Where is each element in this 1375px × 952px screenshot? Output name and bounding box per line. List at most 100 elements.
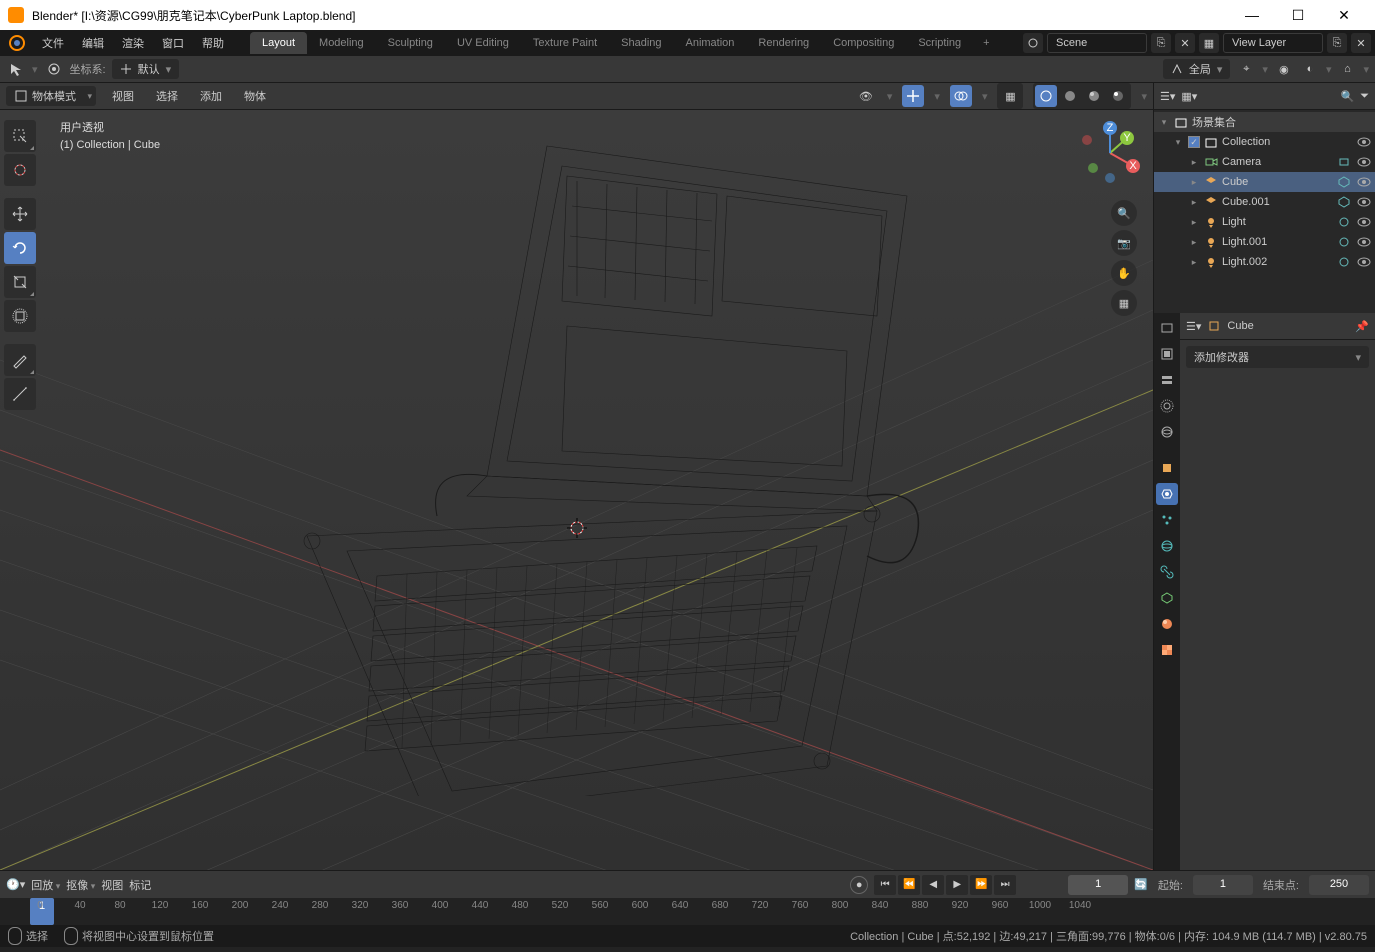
menu-select[interactable]: 选择 [150, 85, 184, 107]
gizmo-toggle-icon[interactable] [902, 85, 924, 107]
pan-icon[interactable]: ✋ [1111, 260, 1137, 286]
scene-collection-row[interactable]: ▾ 场景集合 [1154, 112, 1375, 132]
tab-scripting[interactable]: Scripting [906, 32, 973, 54]
outliner-type-icon[interactable]: ☰▾ [1160, 90, 1175, 103]
tool-cursor[interactable] [4, 154, 36, 186]
tool-scale[interactable] [4, 266, 36, 298]
scene-name-field[interactable]: Scene [1047, 33, 1147, 53]
options-icon[interactable]: ⌂ [1337, 59, 1357, 79]
tab-texture-paint[interactable]: Texture Paint [521, 32, 609, 54]
outliner-row-collection[interactable]: ▾✓Collection [1154, 132, 1375, 152]
scene-browse-icon[interactable] [1023, 33, 1043, 53]
autokey-icon[interactable]: ● [850, 876, 868, 894]
proportional-type-icon[interactable]: ◐ [1300, 59, 1320, 79]
timeline-type-icon[interactable]: 🕐▾ [6, 878, 25, 891]
mode-dropdown[interactable]: 物体模式 [6, 86, 96, 106]
keyframe-next-icon[interactable]: ⏩ [970, 875, 992, 895]
prop-tab-render[interactable] [1156, 317, 1178, 339]
snap-icon[interactable] [44, 59, 64, 79]
menu-add[interactable]: 添加 [194, 85, 228, 107]
sync-icon[interactable]: 🔄 [1134, 878, 1148, 891]
prop-pin-icon[interactable]: ☰▾ [1186, 320, 1201, 333]
tab-modeling[interactable]: Modeling [307, 32, 376, 54]
viewlayer-delete-icon[interactable]: ✕ [1351, 33, 1371, 53]
prop-tab-material[interactable] [1156, 613, 1178, 635]
expand-icon[interactable]: ▾ [1172, 137, 1184, 148]
filter-icon[interactable]: ⏷ [1360, 90, 1369, 103]
prop-tab-viewlayer[interactable] [1156, 369, 1178, 391]
tool-move[interactable] [4, 198, 36, 230]
visibility-icon[interactable] [1357, 195, 1371, 209]
tool-measure[interactable] [4, 378, 36, 410]
menu-window[interactable]: 窗口 [154, 31, 192, 55]
tab-rendering[interactable]: Rendering [746, 32, 821, 54]
outliner-row-cube[interactable]: ▸Cube [1154, 172, 1375, 192]
visibility-icon[interactable] [1357, 235, 1371, 249]
current-frame-field[interactable]: 1 [1068, 875, 1128, 895]
jump-start-icon[interactable]: ⏮ [874, 875, 896, 895]
timeline-playback[interactable]: 回放 [31, 877, 60, 893]
overlay-toggle-icon[interactable] [950, 85, 972, 107]
tab-add-button[interactable]: + [973, 32, 999, 54]
pin-icon[interactable]: 📌 [1355, 320, 1369, 333]
prop-tab-particles[interactable] [1156, 509, 1178, 531]
tab-animation[interactable]: Animation [674, 32, 747, 54]
snap-toggle-icon[interactable]: ⌖ [1236, 59, 1256, 79]
viewlayer-new-icon[interactable]: ⎘ [1327, 33, 1347, 53]
menu-edit[interactable]: 编辑 [74, 31, 112, 55]
prop-tab-data[interactable] [1156, 587, 1178, 609]
zoom-icon[interactable]: 🔍 [1111, 200, 1137, 226]
expand-icon[interactable]: ▸ [1188, 217, 1200, 228]
checkbox-icon[interactable]: ✓ [1188, 136, 1200, 148]
timeline-view[interactable]: 视图 [101, 877, 123, 893]
menu-file[interactable]: 文件 [34, 31, 72, 55]
menu-help[interactable]: 帮助 [194, 31, 232, 55]
prop-tab-modifier[interactable] [1156, 483, 1178, 505]
outliner-tree[interactable]: ▾ 场景集合 ▾✓Collection▸Camera▸Cube▸Cube.001… [1154, 110, 1375, 313]
prop-tab-texture[interactable] [1156, 639, 1178, 661]
expand-icon[interactable]: ▸ [1188, 157, 1200, 168]
menu-render[interactable]: 渲染 [114, 31, 152, 55]
tab-layout[interactable]: Layout [250, 32, 307, 54]
tab-shading[interactable]: Shading [609, 32, 673, 54]
prop-tab-object[interactable] [1156, 457, 1178, 479]
tab-compositing[interactable]: Compositing [821, 32, 906, 54]
jump-end-icon[interactable]: ⏭ [994, 875, 1016, 895]
outliner-display-icon[interactable]: ▦▾ [1181, 90, 1197, 103]
shading-material-icon[interactable] [1083, 85, 1105, 107]
prop-tab-output[interactable] [1156, 343, 1178, 365]
keyframe-prev-icon[interactable]: ⏪ [898, 875, 920, 895]
play-icon[interactable]: ▶ [946, 875, 968, 895]
scene-new-icon[interactable]: ⎘ [1151, 33, 1171, 53]
visibility-icon[interactable] [1357, 175, 1371, 189]
visibility-icon[interactable] [1357, 255, 1371, 269]
scene-delete-icon[interactable]: ✕ [1175, 33, 1195, 53]
orientation-dropdown[interactable]: 默认 ▾ [112, 59, 180, 79]
timeline-ruler[interactable]: 1 04080120160200240280320360400440480520… [0, 898, 1375, 925]
visibility-icon[interactable] [1357, 135, 1371, 149]
pivot-dropdown[interactable]: 全局 ▾ [1163, 59, 1231, 79]
tool-select-box[interactable] [4, 120, 36, 152]
menu-object[interactable]: 物体 [238, 85, 272, 107]
tool-annotate[interactable] [4, 344, 36, 376]
prop-tab-constraints[interactable] [1156, 561, 1178, 583]
add-modifier-dropdown[interactable]: 添加修改器 ▾ [1186, 346, 1369, 368]
camera-view-icon[interactable]: 📷 [1111, 230, 1137, 256]
outliner-row-cube-001[interactable]: ▸Cube.001 [1154, 192, 1375, 212]
ortho-icon[interactable]: ▦ [1111, 290, 1137, 316]
shading-rendered-icon[interactable] [1107, 85, 1129, 107]
visibility-icon[interactable] [1357, 155, 1371, 169]
tab-uv-editing[interactable]: UV Editing [445, 32, 521, 54]
app-icon[interactable] [8, 33, 28, 53]
menu-view[interactable]: 视图 [106, 85, 140, 107]
nav-gizmo[interactable]: X Y Z [1075, 118, 1145, 188]
viewlayer-field[interactable]: View Layer [1223, 33, 1323, 53]
proportional-icon[interactable]: ◉ [1274, 59, 1294, 79]
timeline-keying[interactable]: 抠像 [66, 877, 95, 893]
minimize-button[interactable]: — [1229, 0, 1275, 30]
start-frame-field[interactable]: 1 [1193, 875, 1253, 895]
expand-icon[interactable]: ▸ [1188, 237, 1200, 248]
tool-rotate[interactable] [4, 232, 36, 264]
close-button[interactable]: ✕ [1321, 0, 1367, 30]
xray-icon[interactable]: ▦ [999, 85, 1021, 107]
